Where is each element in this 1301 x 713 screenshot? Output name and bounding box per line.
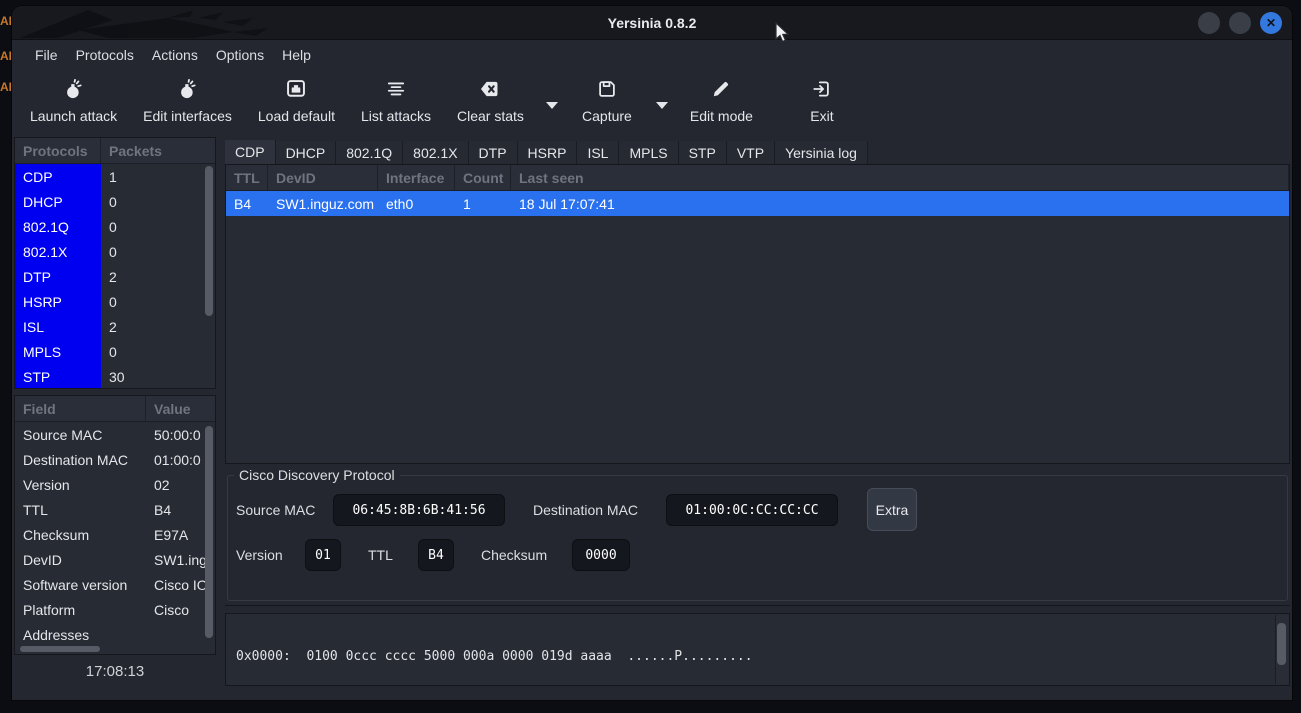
protocol-row-stp[interactable]: STP30 [15,364,215,389]
hex-dump-panel: 0x0000: 0100 0ccc cccc 5000 000a 0000 01… [225,613,1290,686]
protocol-row-dtp[interactable]: DTP2 [15,264,215,289]
floppy-save-icon [597,76,617,102]
network-port-icon [285,76,307,102]
protocol-row-dhcp[interactable]: DHCP0 [15,189,215,214]
launch-attack-button[interactable]: Launch attack [30,76,117,124]
field-row[interactable]: TTLB4 [15,497,215,522]
field-row[interactable]: Source MAC50:00:0 [15,422,215,447]
packet-list-panel: TTL DevID Interface Count Last seen B4 S… [225,164,1290,464]
close-icon: ✕ [1266,16,1276,30]
destination-mac-input[interactable]: 01:00:0C:CC:CC:CC [666,494,838,526]
bomb-icon [178,76,198,102]
exit-icon [812,76,832,102]
source-mac-input[interactable]: 06:45:8B:6B:41:56 [333,494,505,526]
hex-dump-text: 0x0000: 0100 0ccc cccc 5000 000a 0000 01… [226,614,1289,686]
column-header-ttl[interactable]: TTL [226,165,268,190]
protocol-row-8021x[interactable]: 802.1X0 [15,239,215,264]
menu-file[interactable]: File [26,44,67,66]
titlebar[interactable]: Yersinia 0.8.2 ✕ [12,6,1292,40]
ttl-label: TTL [368,547,393,563]
field-row[interactable]: PlatformCisco [15,597,215,622]
capture-dropdown-arrow[interactable] [656,102,668,109]
source-mac-label: Source MAC [236,502,315,518]
field-column-header[interactable]: Field [15,396,146,421]
fields-vertical-scrollbar[interactable] [204,398,214,652]
bomb-icon [64,76,84,102]
toolbar: Launch attack Edit interfaces Load defau… [12,68,1292,134]
menubar: File Protocols Actions Options Help [12,41,1292,68]
menu-protocols[interactable]: Protocols [67,44,143,66]
tab-dhcp[interactable]: DHCP [276,141,337,165]
cdp-fieldset-legend: Cisco Discovery Protocol [234,467,400,483]
close-button[interactable]: ✕ [1260,12,1282,34]
tab-mpls[interactable]: MPLS [619,141,678,165]
yersinia-window: Yersinia 0.8.2 ✕ File Protocols Actions … [12,6,1292,700]
protocol-row-8021q[interactable]: 802.1Q0 [15,214,215,239]
tab-hsrp[interactable]: HSRP [518,141,578,165]
tab-vtp[interactable]: VTP [727,141,775,165]
list-attacks-button[interactable]: List attacks [361,76,431,124]
ttl-input[interactable]: B4 [418,539,454,571]
field-row[interactable]: DevIDSW1.ing [15,547,215,572]
protocol-row-cdp[interactable]: CDP1 [15,164,215,189]
tab-8021q[interactable]: 802.1Q [336,141,403,165]
clear-stats-button[interactable]: Clear stats [457,76,524,124]
tab-isl[interactable]: ISL [577,141,619,165]
status-clock: 17:08:13 [14,663,216,680]
mouse-cursor [772,22,790,44]
column-header-count[interactable]: Count [455,165,511,190]
tab-stp[interactable]: STP [679,141,727,165]
maximize-button[interactable] [1229,12,1251,34]
field-row[interactable]: Addresses [15,622,215,647]
packet-fields-panel: Field Value Source MAC50:00:0 Destinatio… [14,395,216,655]
protocols-panel: Protocols Packets CDP1 DHCP0 802.1Q0 802… [14,137,216,389]
protocol-row-isl[interactable]: ISL2 [15,314,215,339]
destination-mac-label: Destination MAC [533,502,638,518]
tab-8021x[interactable]: 802.1X [403,141,468,165]
window-title: Yersinia 0.8.2 [12,6,1292,40]
version-input[interactable]: 01 [305,539,341,571]
tab-yersinia-log[interactable]: Yersinia log [775,141,868,165]
pencil-icon [711,76,731,102]
menu-actions[interactable]: Actions [143,44,207,66]
menu-help[interactable]: Help [273,44,320,66]
column-header-devid[interactable]: DevID [268,165,378,190]
hex-scrollbar[interactable] [1275,615,1288,684]
field-row[interactable]: Software versionCisco IO [15,572,215,597]
pane-splitter[interactable] [225,605,1290,606]
fields-horizontal-scrollbar[interactable] [17,645,213,653]
cdp-fieldset: Cisco Discovery Protocol Source MAC 06:4… [227,475,1288,601]
column-header-interface[interactable]: Interface [378,165,455,190]
protocol-tabs: CDP DHCP 802.1Q 802.1X DTP HSRP ISL MPLS… [225,140,1290,165]
load-default-button[interactable]: Load default [258,76,335,124]
edit-interfaces-button[interactable]: Edit interfaces [143,76,232,124]
checksum-input[interactable]: 0000 [572,539,630,571]
column-header-last-seen[interactable]: Last seen [511,165,1289,190]
list-icon [386,76,406,102]
protocol-row-mpls[interactable]: MPLS0 [15,339,215,364]
minimize-button[interactable] [1198,12,1220,34]
clear-stats-icon [479,76,501,102]
exit-button[interactable]: Exit [795,76,849,124]
field-row[interactable]: Destination MAC01:00:0 [15,447,215,472]
field-row[interactable]: Version02 [15,472,215,497]
edit-mode-button[interactable]: Edit mode [690,76,753,124]
tab-cdp[interactable]: CDP [225,140,276,165]
field-row[interactable]: ChecksumE97A [15,522,215,547]
protocols-column-header[interactable]: Protocols [15,138,101,163]
packet-row-selected[interactable]: B4 SW1.inguz.com eth0 1 18 Jul 17:07:41 [226,191,1289,216]
packets-column-header[interactable]: Packets [101,143,215,159]
protocols-scrollbar[interactable] [204,140,214,386]
capture-button[interactable]: Capture [580,76,634,124]
checksum-label: Checksum [481,547,547,563]
protocol-row-hsrp[interactable]: HSRP0 [15,289,215,314]
clear-stats-dropdown-arrow[interactable] [546,102,558,109]
menu-options[interactable]: Options [207,44,273,66]
tab-dtp[interactable]: DTP [469,141,518,165]
extra-button[interactable]: Extra [867,488,917,531]
version-label: Version [236,547,283,563]
